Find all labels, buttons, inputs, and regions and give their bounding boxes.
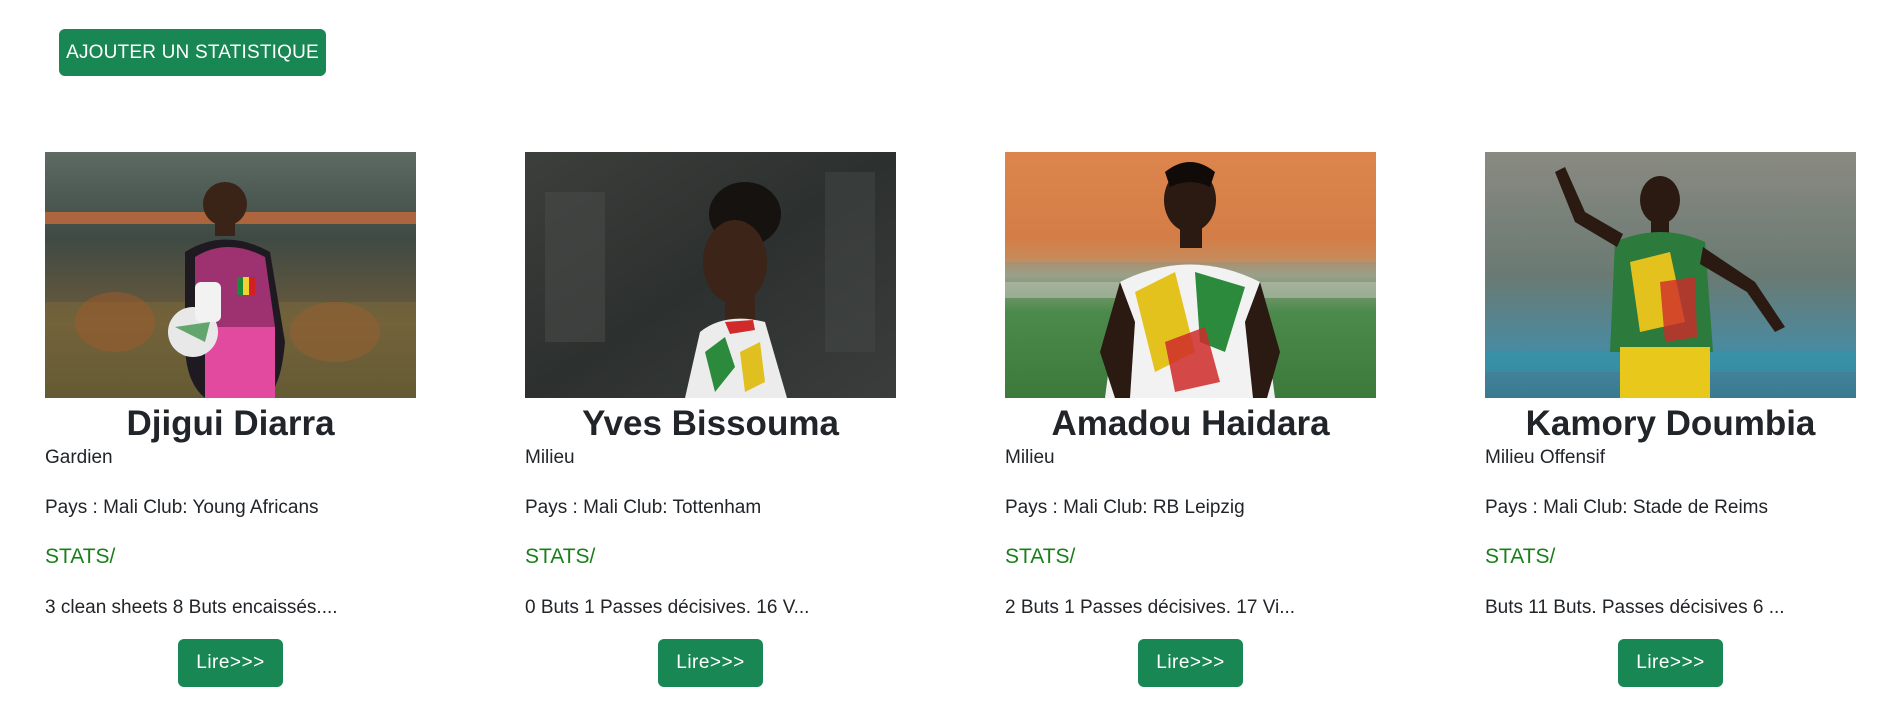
stats-summary: 0 Buts 1 Passes décisives. 16 V... [525, 597, 810, 618]
player-country-club: Pays : Mali Club: RB Leipzig [1005, 497, 1245, 518]
stats-summary: 2 Buts 1 Passes décisives. 17 Vi... [1005, 597, 1296, 618]
player-name: Kamory Doumbia [1525, 404, 1816, 443]
stats-heading: STATS/ [1485, 545, 1556, 568]
player-card: Kamory Doumbia Milieu Offensif Pays : Ma… [1485, 152, 1856, 687]
stats-heading: STATS/ [525, 545, 596, 568]
player-name: Yves Bissouma [582, 404, 839, 443]
player-photo [1005, 152, 1376, 398]
player-position: Gardien [45, 447, 113, 468]
read-more-button[interactable]: Lire>>> [1618, 639, 1723, 687]
stats-summary: 3 clean sheets 8 Buts encaissés.... [45, 597, 338, 618]
read-more-button[interactable]: Lire>>> [1138, 639, 1243, 687]
player-country-club: Pays : Mali Club: Stade de Reims [1485, 497, 1769, 518]
player-country-club: Pays : Mali Club: Tottenham [525, 497, 762, 518]
player-photo [1485, 152, 1856, 398]
read-more-button[interactable]: Lire>>> [178, 639, 283, 687]
player-card: Amadou Haidara Milieu Pays : Mali Club: … [1005, 152, 1376, 687]
page: AJOUTER UN STATISTIQUE Djigui Diarra Gar… [0, 0, 1888, 702]
stats-heading: STATS/ [1005, 545, 1076, 568]
player-country-club: Pays : Mali Club: Young Africans [45, 497, 319, 518]
player-position: Milieu [525, 447, 575, 468]
player-photo [45, 152, 416, 398]
player-card: Yves Bissouma Milieu Pays : Mali Club: T… [525, 152, 896, 687]
player-photo [525, 152, 896, 398]
player-position: Milieu Offensif [1485, 447, 1606, 468]
player-card: Djigui Diarra Gardien Pays : Mali Club: … [45, 152, 416, 687]
player-name: Djigui Diarra [126, 404, 335, 443]
player-position: Milieu [1005, 447, 1055, 468]
stats-heading: STATS/ [45, 545, 116, 568]
add-statistic-button[interactable]: AJOUTER UN STATISTIQUE [59, 29, 326, 76]
stats-summary: Buts 11 Buts. Passes décisives 6 ... [1485, 597, 1785, 618]
player-name: Amadou Haidara [1051, 404, 1330, 443]
read-more-button[interactable]: Lire>>> [658, 639, 763, 687]
